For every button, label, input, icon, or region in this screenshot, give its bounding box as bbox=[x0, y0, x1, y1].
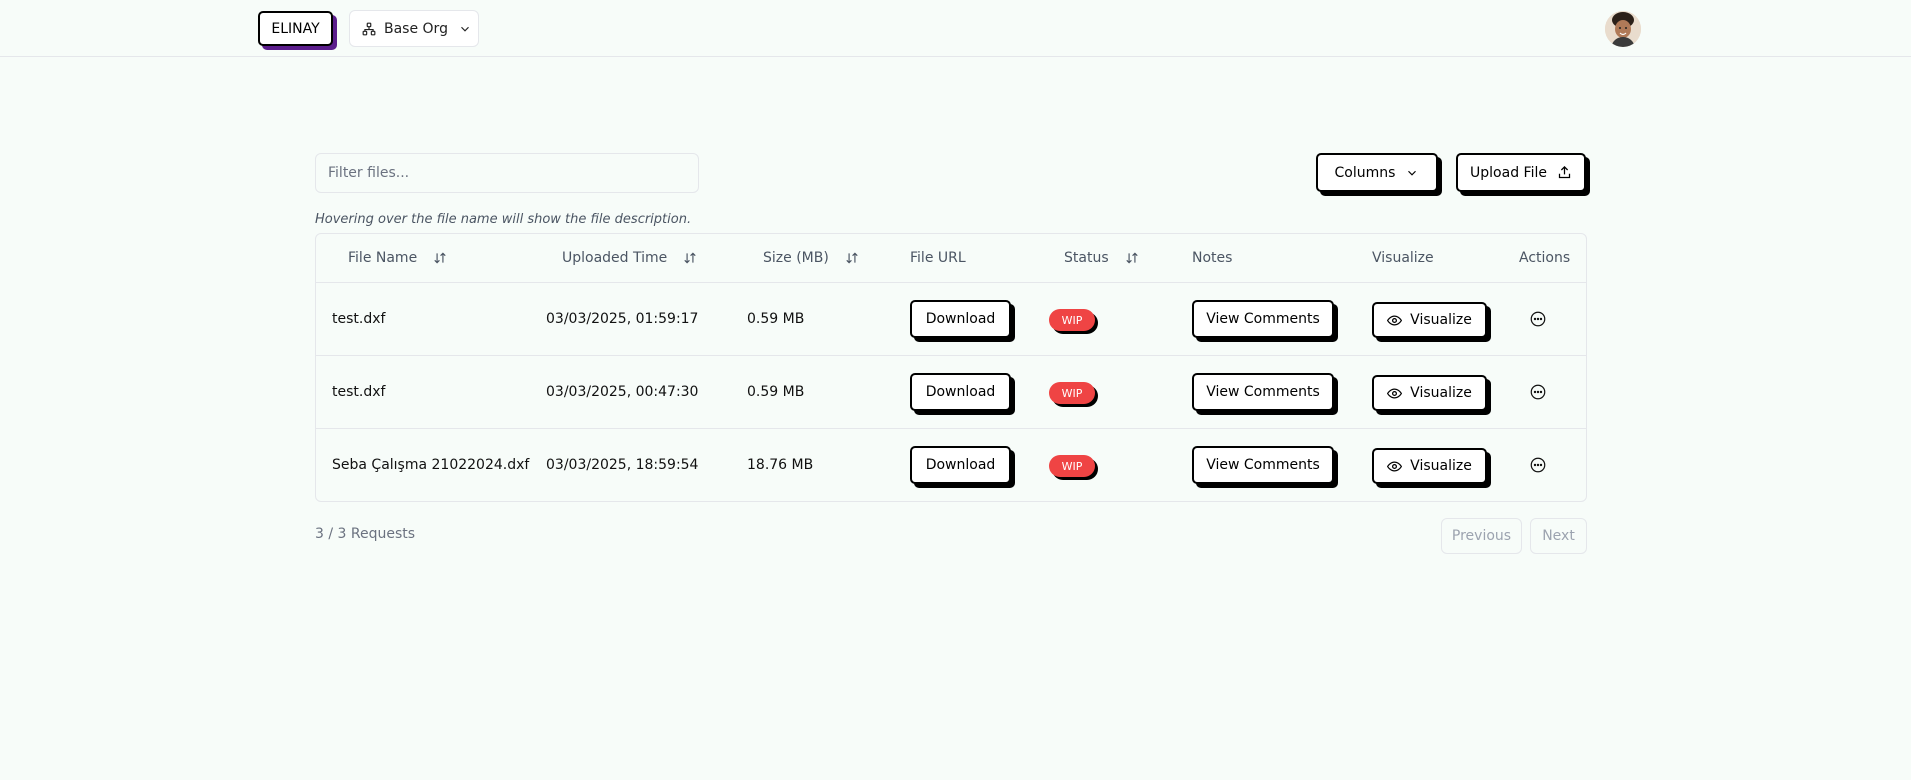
visualize-button[interactable]: Visualize bbox=[1372, 375, 1487, 411]
request-count: 3 / 3 Requests bbox=[315, 526, 416, 542]
visualize-button[interactable]: Visualize bbox=[1372, 448, 1487, 484]
filter-files-input[interactable] bbox=[315, 153, 699, 193]
previous-page-button[interactable]: Previous bbox=[1441, 518, 1522, 554]
next-page-button[interactable]: Next bbox=[1530, 518, 1587, 554]
download-button[interactable]: Download bbox=[910, 300, 1011, 338]
size-cell: 18.76 MB bbox=[747, 457, 814, 473]
header-uploaded-time[interactable]: Uploaded Time bbox=[562, 234, 697, 282]
table-header-row: File Name Uploaded Time Size (MB) File U… bbox=[316, 234, 1586, 283]
file-name-cell[interactable]: test.dxf bbox=[332, 356, 385, 428]
org-selector[interactable]: Base Org bbox=[349, 10, 479, 47]
upload-file-button[interactable]: Upload File bbox=[1456, 153, 1586, 192]
org-tree-icon bbox=[362, 22, 376, 36]
download-button[interactable]: Download bbox=[910, 373, 1011, 411]
header-status[interactable]: Status bbox=[1064, 234, 1139, 282]
status-badge: WIP bbox=[1049, 309, 1095, 331]
sort-icon bbox=[845, 251, 859, 265]
chevron-down-icon bbox=[1405, 166, 1419, 180]
file-name-cell[interactable]: Seba Çalışma 21022024.dxf bbox=[332, 429, 529, 501]
uploaded-time-cell: 03/03/2025, 01:59:17 bbox=[546, 311, 699, 327]
columns-button-label: Columns bbox=[1334, 164, 1396, 181]
sort-icon bbox=[683, 251, 697, 265]
header-visualize: Visualize bbox=[1372, 250, 1434, 266]
app-logo[interactable]: ELINAY bbox=[258, 11, 333, 46]
files-table: File Name Uploaded Time Size (MB) File U… bbox=[315, 233, 1587, 502]
view-comments-button[interactable]: View Comments bbox=[1192, 446, 1334, 484]
download-button[interactable]: Download bbox=[910, 446, 1011, 484]
eye-icon bbox=[1387, 386, 1403, 401]
sort-icon bbox=[1125, 251, 1139, 265]
upload-button-label: Upload File bbox=[1470, 164, 1547, 181]
visualize-button[interactable]: Visualize bbox=[1372, 302, 1487, 338]
top-bar: ELINAY Base Org bbox=[0, 0, 1911, 57]
uploaded-time-cell: 03/03/2025, 00:47:30 bbox=[546, 384, 699, 400]
eye-icon bbox=[1387, 459, 1403, 474]
uploaded-time-cell: 03/03/2025, 18:59:54 bbox=[546, 457, 699, 473]
more-actions-icon[interactable] bbox=[1529, 310, 1547, 328]
view-comments-button[interactable]: View Comments bbox=[1192, 300, 1334, 338]
header-actions: Actions bbox=[1519, 250, 1571, 266]
status-badge: WIP bbox=[1049, 382, 1095, 404]
sort-icon bbox=[433, 251, 447, 265]
more-actions-icon[interactable] bbox=[1529, 383, 1547, 401]
more-actions-icon[interactable] bbox=[1529, 456, 1547, 474]
status-badge: WIP bbox=[1049, 455, 1095, 477]
table-row: test.dxf 03/03/2025, 01:59:17 0.59 MB Do… bbox=[316, 283, 1586, 356]
file-name-cell[interactable]: test.dxf bbox=[332, 283, 385, 355]
upload-icon bbox=[1557, 165, 1572, 180]
user-avatar[interactable] bbox=[1605, 11, 1641, 47]
eye-icon bbox=[1387, 313, 1403, 328]
view-comments-button[interactable]: View Comments bbox=[1192, 373, 1334, 411]
columns-dropdown-button[interactable]: Columns bbox=[1316, 153, 1438, 192]
header-size[interactable]: Size (MB) bbox=[763, 234, 859, 282]
table-row: Seba Çalışma 21022024.dxf 03/03/2025, 18… bbox=[316, 429, 1586, 502]
header-file-name[interactable]: File Name bbox=[348, 234, 447, 282]
size-cell: 0.59 MB bbox=[747, 311, 805, 327]
header-notes: Notes bbox=[1192, 250, 1233, 266]
chevron-down-icon bbox=[458, 22, 472, 36]
table-row: test.dxf 03/03/2025, 00:47:30 0.59 MB Do… bbox=[316, 356, 1586, 429]
header-file-url: File URL bbox=[910, 250, 966, 266]
org-selector-label: Base Org bbox=[384, 20, 448, 37]
file-description-hint: Hovering over the file name will show th… bbox=[315, 212, 692, 227]
size-cell: 0.59 MB bbox=[747, 384, 805, 400]
